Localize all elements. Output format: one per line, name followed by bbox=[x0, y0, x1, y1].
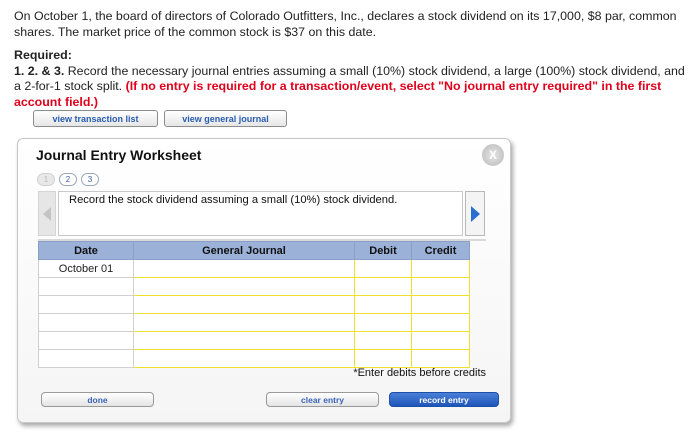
date-cell[interactable] bbox=[38, 277, 134, 296]
step-3[interactable]: 3 bbox=[81, 173, 99, 186]
required-numbers: 1. 2. & 3. bbox=[14, 63, 65, 78]
credit-field[interactable] bbox=[411, 349, 470, 368]
credit-field[interactable] bbox=[411, 259, 470, 278]
account-field[interactable] bbox=[133, 295, 355, 314]
worksheet-title: Journal Entry Worksheet bbox=[36, 147, 202, 163]
next-arrow-icon[interactable] bbox=[465, 191, 485, 236]
table-header-row: Date General Journal Debit Credit bbox=[38, 241, 470, 260]
date-cell[interactable] bbox=[38, 331, 134, 350]
record-entry-button[interactable]: record entry bbox=[389, 392, 499, 407]
previous-arrow-icon[interactable] bbox=[38, 191, 56, 236]
debits-note: *Enter debits before credits bbox=[353, 367, 486, 379]
table-row: October 01 bbox=[38, 259, 470, 278]
table-row bbox=[38, 277, 470, 296]
journal-table: Date General Journal Debit Credit Octobe… bbox=[38, 241, 470, 368]
account-field[interactable] bbox=[133, 331, 355, 350]
credit-field[interactable] bbox=[411, 295, 470, 314]
debit-field[interactable] bbox=[354, 349, 412, 368]
debit-field[interactable] bbox=[354, 277, 412, 296]
entry-prompt: Record the stock dividend assuming a sma… bbox=[58, 191, 463, 236]
clear-entry-button[interactable]: clear entry bbox=[266, 392, 379, 407]
view-general-journal-button[interactable]: view general journal bbox=[164, 110, 287, 127]
required-heading: Required: bbox=[14, 48, 72, 62]
date-cell[interactable]: October 01 bbox=[38, 259, 134, 278]
column-header-date: Date bbox=[38, 241, 134, 260]
step-2[interactable]: 2 bbox=[59, 173, 77, 186]
journal-entry-worksheet: Journal Entry Worksheet X 1 2 3 Record t… bbox=[17, 138, 511, 423]
close-icon[interactable]: X bbox=[482, 144, 504, 166]
table-row bbox=[38, 313, 470, 332]
column-header-general-journal: General Journal bbox=[133, 241, 355, 260]
requirements: Required: 1. 2. & 3. Record the necessar… bbox=[14, 48, 690, 110]
table-row bbox=[38, 331, 470, 350]
account-field[interactable] bbox=[133, 313, 355, 332]
done-button[interactable]: done bbox=[41, 392, 154, 407]
debit-field[interactable] bbox=[354, 259, 412, 278]
step-1[interactable]: 1 bbox=[37, 173, 55, 186]
view-transaction-list-button[interactable]: view transaction list bbox=[33, 110, 158, 127]
problem-intro: On October 1, the board of directors of … bbox=[14, 9, 677, 39]
step-indicator: 1 2 3 bbox=[37, 173, 99, 186]
credit-field[interactable] bbox=[411, 277, 470, 296]
credit-field[interactable] bbox=[411, 313, 470, 332]
account-field[interactable] bbox=[133, 277, 355, 296]
date-cell[interactable] bbox=[38, 349, 134, 368]
column-header-credit: Credit bbox=[411, 241, 470, 260]
date-cell[interactable] bbox=[38, 313, 134, 332]
debit-field[interactable] bbox=[354, 313, 412, 332]
table-row bbox=[38, 295, 470, 314]
debit-field[interactable] bbox=[354, 331, 412, 350]
credit-field[interactable] bbox=[411, 331, 470, 350]
column-header-debit: Debit bbox=[354, 241, 412, 260]
account-field[interactable] bbox=[133, 349, 355, 368]
date-cell[interactable] bbox=[38, 295, 134, 314]
table-row bbox=[38, 349, 470, 368]
debit-field[interactable] bbox=[354, 295, 412, 314]
account-field[interactable] bbox=[133, 259, 355, 278]
